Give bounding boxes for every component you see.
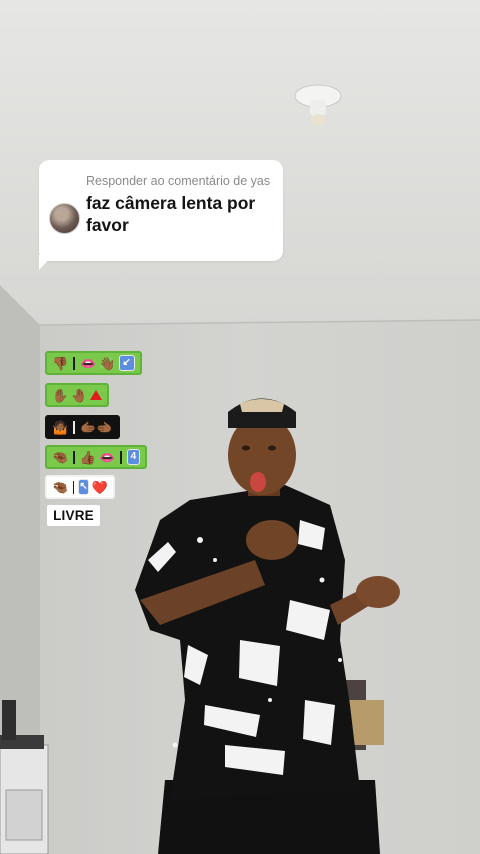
divider	[73, 356, 76, 370]
raised-hand-icon: 🤚🏾	[71, 387, 88, 403]
lips-icon: 👄	[98, 449, 116, 465]
waving-hand-icon: 👋🏾	[99, 355, 116, 371]
reply-comment-bubble: Responder ao comentário de yas faz câmer…	[39, 160, 283, 261]
divider	[73, 420, 76, 434]
sticker-label-2: ✋🏾 🤚🏾	[45, 383, 109, 407]
reply-comment-text: faz câmera lenta por favor	[86, 193, 256, 235]
keycap-4-icon: 4	[126, 449, 141, 465]
sticker-label-1: 👎🏾 👄 👋🏾 ↙	[45, 351, 142, 375]
thumbs-up-icon: 👍🏾	[79, 449, 96, 465]
bubble-tail	[39, 255, 53, 270]
sticker-label-5: 🤏🏾 ↖ ❤️	[45, 475, 115, 499]
pinching-hand-icon: 🤏🏾	[52, 449, 69, 465]
lips-icon: 👄	[80, 355, 97, 371]
raised-hand-icon: ✋🏾	[52, 387, 69, 403]
divider	[73, 450, 75, 464]
thumbs-down-icon: 👎🏾	[52, 355, 69, 371]
person-shrugging-icon: 🤷🏾	[52, 419, 69, 435]
pinching-hand-icon: 🤏🏾	[52, 479, 69, 495]
red-triangle-icon	[90, 390, 103, 400]
arrow-down-left-icon: ↙	[118, 355, 135, 371]
avatar	[49, 203, 80, 234]
divider	[120, 450, 122, 464]
sticker-label-3: 🤷🏾 🫱🏾🫲🏾	[45, 415, 120, 439]
reply-header: Responder ao comentário de yas	[86, 174, 271, 188]
arrow-up-left-icon: ↖	[78, 479, 89, 495]
sticker-label-4: 🤏🏾 👍🏾 👄 4	[45, 445, 147, 469]
livre-badge: LIVRE	[47, 505, 100, 526]
pointing-hands-icon: 🫱🏾🫲🏾	[80, 419, 113, 435]
heart-icon: ❤️	[91, 479, 108, 495]
